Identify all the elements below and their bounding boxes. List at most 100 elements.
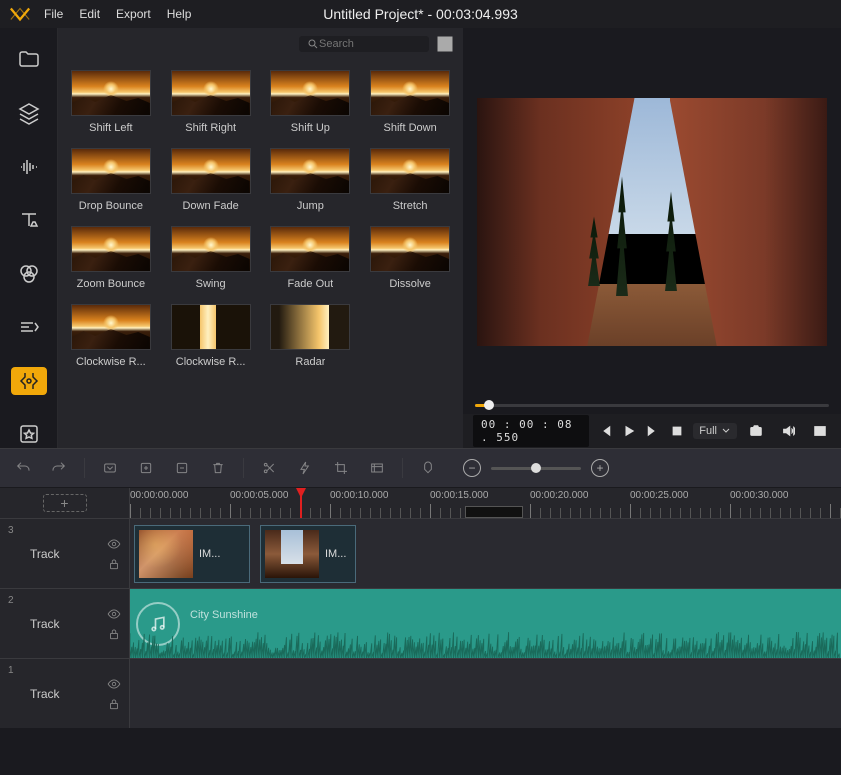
video-clip-1[interactable]: IM...	[134, 525, 250, 583]
tool-audio[interactable]	[11, 153, 47, 181]
track-header-3[interactable]: 3 Track	[0, 519, 130, 588]
ruler-clip[interactable]	[465, 506, 523, 518]
app-logo	[8, 5, 32, 23]
tool-favorites[interactable]	[11, 421, 47, 449]
video-clip-2[interactable]: IM...	[260, 525, 356, 583]
effect-label: Shift Right	[185, 122, 236, 134]
effect-item[interactable]: Dissolve	[363, 226, 457, 290]
tool-transitions[interactable]	[11, 314, 47, 342]
tool-layers[interactable]	[11, 100, 47, 128]
snapshot-button[interactable]	[745, 420, 767, 442]
tool-btn-2[interactable]	[135, 457, 157, 479]
zoom-slider[interactable]	[491, 467, 581, 470]
effect-item[interactable]: Shift Down	[363, 70, 457, 134]
effect-item[interactable]: Shift Right	[164, 70, 258, 134]
effect-item[interactable]: Clockwise R...	[164, 304, 258, 368]
ruler-label: 00:00:30.000	[730, 490, 788, 501]
effect-item[interactable]: Zoom Bounce	[64, 226, 158, 290]
search-icon	[307, 38, 319, 50]
effect-thumbnail	[370, 226, 450, 272]
effect-label: Radar	[295, 356, 325, 368]
search-box[interactable]	[299, 36, 429, 52]
volume-button[interactable]	[777, 420, 799, 442]
speed-button[interactable]	[294, 457, 316, 479]
redo-button[interactable]	[48, 457, 70, 479]
add-track-button[interactable]: +	[43, 494, 87, 512]
next-frame-button[interactable]	[645, 420, 661, 442]
effect-item[interactable]: Jump	[264, 148, 358, 212]
effect-item[interactable]: Shift Up	[264, 70, 358, 134]
time-ruler[interactable]: 00:00:00.00000:00:05.00000:00:10.00000:0…	[130, 488, 841, 518]
tool-btn-7[interactable]	[366, 457, 388, 479]
tool-filters[interactable]	[11, 260, 47, 288]
lock-icon[interactable]	[107, 627, 121, 641]
effect-item[interactable]: Drop Bounce	[64, 148, 158, 212]
effect-label: Jump	[297, 200, 324, 212]
effect-thumbnail	[71, 304, 151, 350]
marker-button[interactable]	[417, 457, 439, 479]
effect-item[interactable]: Down Fade	[164, 148, 258, 212]
eye-icon[interactable]	[107, 537, 121, 551]
effect-item[interactable]: Radar	[264, 304, 358, 368]
effect-item[interactable]: Fade Out	[264, 226, 358, 290]
effect-thumbnail	[171, 304, 251, 350]
tool-rail	[0, 28, 58, 448]
stop-button[interactable]	[669, 420, 685, 442]
menu-help[interactable]: Help	[167, 7, 192, 21]
lock-icon[interactable]	[107, 557, 121, 571]
menu-edit[interactable]: Edit	[79, 7, 100, 21]
effect-label: Clockwise R...	[176, 356, 246, 368]
project-title: Untitled Project* - 00:03:04.993	[323, 6, 518, 22]
effect-thumbnail	[71, 148, 151, 194]
effect-thumbnail	[171, 70, 251, 116]
track-header-1[interactable]: 1 Track	[0, 659, 130, 728]
effect-item[interactable]: Swing	[164, 226, 258, 290]
preview-timecode: 00 : 00 : 08 . 550	[473, 415, 589, 447]
ruler-label: 00:00:00.000	[130, 490, 188, 501]
quality-select[interactable]: Full	[693, 423, 737, 439]
fullscreen-button[interactable]	[809, 420, 831, 442]
effect-item[interactable]: Clockwise R...	[64, 304, 158, 368]
eye-icon[interactable]	[107, 677, 121, 691]
tool-media[interactable]	[11, 46, 47, 74]
split-button[interactable]	[258, 457, 280, 479]
seek-bar[interactable]	[475, 404, 829, 407]
prev-frame-button[interactable]	[597, 420, 613, 442]
lock-icon[interactable]	[107, 697, 121, 711]
zoom-in-button[interactable]: +	[591, 459, 609, 477]
track-name: Track	[30, 617, 60, 631]
tool-btn-1[interactable]	[99, 457, 121, 479]
effect-thumbnail	[71, 226, 151, 272]
effect-thumbnail	[270, 304, 350, 350]
eye-icon[interactable]	[107, 607, 121, 621]
audio-clip[interactable]: City Sunshine	[130, 589, 841, 658]
tool-animations[interactable]	[11, 367, 47, 395]
play-button[interactable]	[621, 420, 637, 442]
effect-item[interactable]: Stretch	[363, 148, 457, 212]
chevron-down-icon	[721, 426, 731, 436]
menu-file[interactable]: File	[44, 7, 63, 21]
search-input[interactable]	[319, 38, 409, 50]
effect-label: Drop Bounce	[79, 200, 143, 212]
tool-btn-3[interactable]	[171, 457, 193, 479]
delete-button[interactable]	[207, 457, 229, 479]
menu-export[interactable]: Export	[116, 7, 151, 21]
track-header-2[interactable]: 2 Track	[0, 589, 130, 658]
preview-panel: 00 : 00 : 08 . 550 Full	[463, 28, 841, 448]
undo-button[interactable]	[12, 457, 34, 479]
track-name: Track	[30, 547, 60, 561]
effect-thumbnail	[270, 226, 350, 272]
audio-title: City Sunshine	[190, 609, 258, 621]
crop-button[interactable]	[330, 457, 352, 479]
effect-thumbnail	[370, 70, 450, 116]
effect-item[interactable]: Shift Left	[64, 70, 158, 134]
zoom-out-button[interactable]: −	[463, 459, 481, 477]
track-number: 2	[8, 595, 14, 606]
tool-text[interactable]	[11, 207, 47, 235]
preview-viewport[interactable]	[477, 98, 827, 346]
effect-label: Zoom Bounce	[77, 278, 145, 290]
track-name: Track	[30, 687, 60, 701]
effect-label: Down Fade	[182, 200, 238, 212]
ruler-label: 00:00:25.000	[630, 490, 688, 501]
grid-view-icon[interactable]	[437, 36, 453, 52]
